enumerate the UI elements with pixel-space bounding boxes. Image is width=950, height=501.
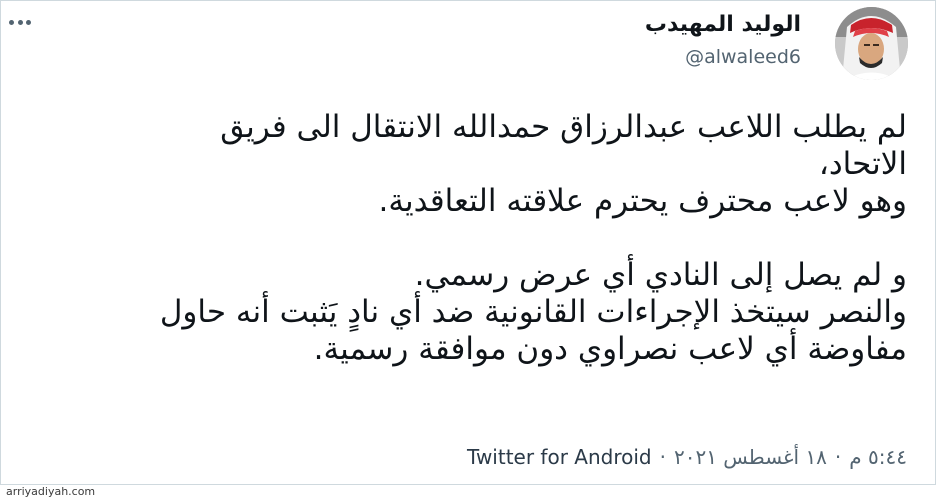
meta-separator: ·: [834, 445, 842, 469]
avatar[interactable]: [835, 7, 908, 80]
tweet-text: لم يطلب اللاعب عبدالرزاق حمدالله الانتقا…: [27, 109, 907, 368]
author-handle[interactable]: @alwaleed6: [685, 45, 801, 69]
tweet-time[interactable]: ٥:٤٤ م: [849, 444, 907, 470]
watermark: arriyadiyah.com: [6, 485, 96, 498]
tweet-card: الوليد المهيدب @alwaleed6 لم يطلب اللاعب…: [0, 0, 936, 485]
tweet-date[interactable]: ١٨ أغسطس ٢٠٢١: [674, 444, 827, 470]
tweet-line: و لم يصل إلى النادي أي عرض رسمي.: [414, 257, 907, 293]
meta-separator: ·: [659, 445, 666, 469]
dot: [26, 19, 31, 25]
tweet-line: لم يطلب اللاعب عبدالرزاق حمدالله الانتقا…: [220, 109, 907, 145]
author-name[interactable]: الوليد المهيدب: [645, 11, 801, 39]
avatar-image: [835, 7, 908, 80]
tweet-line: والنصر سيتخذ الإجراءات القانونية ضد أي ن…: [159, 294, 907, 330]
dot: [17, 19, 23, 25]
screenshot-canvas: الوليد المهيدب @alwaleed6 لم يطلب اللاعب…: [0, 0, 950, 501]
more-dots-icon[interactable]: [9, 17, 31, 27]
tweet-source[interactable]: Twitter for Android: [467, 444, 652, 470]
tweet-meta: ٥:٤٤ م · ١٨ أغسطس ٢٠٢١ · Twitter for And…: [467, 444, 907, 470]
tweet-line: وهو لاعب محترف يحترم علاقته التعاقدية.: [378, 183, 907, 219]
tweet-line: مفاوضة أي لاعب نصراوي دون موافقة رسمية.: [313, 331, 907, 367]
tweet-line: الاتحاد،: [818, 146, 907, 182]
dot: [9, 19, 14, 25]
